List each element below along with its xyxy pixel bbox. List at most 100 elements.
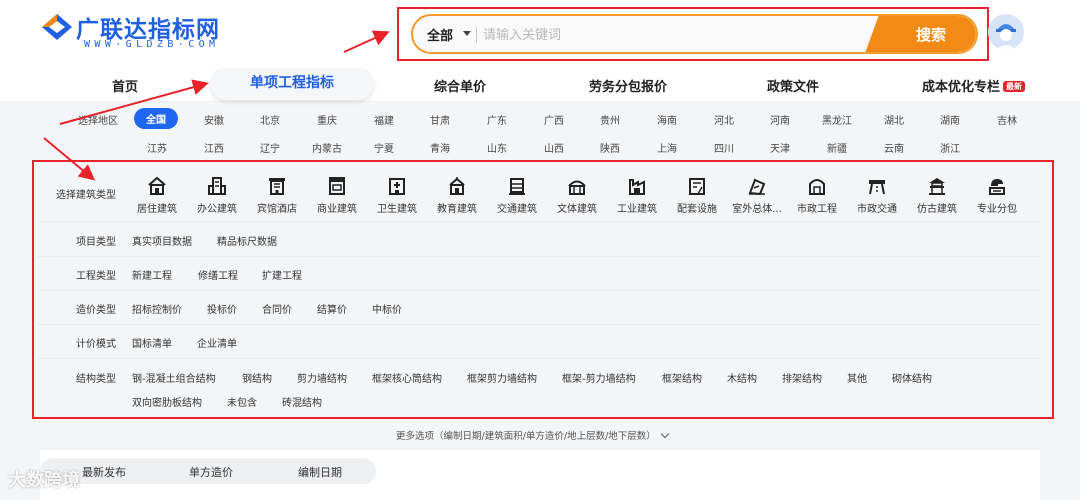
building-type-antique[interactable]: 仿古建筑 — [909, 176, 965, 216]
building-type-education[interactable]: 教育建筑 — [429, 176, 485, 216]
region-chip[interactable]: 内蒙古 — [312, 140, 342, 155]
search-button[interactable]: 搜索 — [886, 16, 976, 52]
more-options-label: 更多选项（编制日期/建筑面积/单方造价/地上层数/地下层数） — [396, 431, 656, 442]
building-type-facility[interactable]: 配套设施 — [669, 176, 725, 216]
building-type-label-text: 仿古建筑 — [917, 204, 957, 215]
nav-cost-optimization[interactable]: 成本优化专栏 最新 — [922, 76, 1026, 95]
region-chip-all[interactable]: 全国 — [134, 108, 178, 129]
filter-option[interactable]: 框架-剪力墙结构 — [562, 370, 636, 385]
region-chip[interactable]: 海南 — [657, 112, 677, 127]
region-chip[interactable]: 福建 — [374, 112, 394, 127]
filter-option[interactable]: 砌体结构 — [892, 370, 932, 385]
filter-option[interactable]: 砖混结构 — [282, 394, 322, 409]
filter-option[interactable]: 钢结构 — [242, 370, 272, 385]
filter-option[interactable]: 排架结构 — [782, 370, 822, 385]
region-chip[interactable]: 广西 — [544, 112, 564, 127]
region-chip[interactable]: 广东 — [487, 112, 507, 127]
more-options-toggle[interactable]: 更多选项（编制日期/建筑面积/单方造价/地上层数/地下层数） — [396, 428, 670, 442]
region-chip[interactable]: 湖南 — [940, 112, 960, 127]
logo[interactable]: 广联达指标网 WWW·GLDZB·COM — [40, 10, 250, 54]
hotel-icon — [269, 178, 285, 195]
tab-latest[interactable]: 最新发布 — [82, 464, 126, 480]
region-chip[interactable]: 云南 — [884, 140, 904, 155]
region-chip[interactable]: 四川 — [714, 140, 734, 155]
region-chip[interactable]: 天津 — [770, 140, 790, 155]
filter-option[interactable]: 双向密肋板结构 — [132, 394, 202, 409]
building-type-office[interactable]: 办公建筑 — [189, 176, 245, 216]
filter-option[interactable]: 其他 — [847, 370, 867, 385]
filter-option[interactable]: 框架核心筒结构 — [372, 370, 442, 385]
building-type-transport[interactable]: 交通建筑 — [489, 176, 545, 216]
region-chip[interactable]: 湖北 — [884, 112, 904, 127]
region-chip[interactable]: 重庆 — [317, 112, 337, 127]
building-type-health[interactable]: 卫生建筑 — [369, 176, 425, 216]
filter-option[interactable]: 剪力墙结构 — [297, 370, 347, 385]
filter-option[interactable]: 中标价 — [372, 301, 402, 316]
filter-option[interactable]: 真实项目数据 — [132, 233, 192, 248]
search-button-label: 搜索 — [915, 25, 946, 44]
region-chip[interactable]: 浙江 — [940, 140, 960, 155]
filter-option[interactable]: 企业清单 — [197, 335, 237, 350]
region-chip[interactable]: 贵州 — [600, 112, 620, 127]
region-chip[interactable]: 安徽 — [204, 112, 224, 127]
filter-option[interactable]: 新建工程 — [132, 267, 172, 282]
region-chip[interactable]: 辽宁 — [260, 140, 280, 155]
building-type-municipal-traffic[interactable]: 市政交通 — [849, 176, 905, 216]
filter-option[interactable]: 钢-混凝土组合结构 — [132, 370, 216, 385]
nav-labor-subcontract[interactable]: 劳务分包报价 — [589, 76, 667, 95]
tab-unit-cost[interactable]: 单方造价 — [189, 464, 233, 480]
region-chip[interactable]: 江西 — [204, 140, 224, 155]
building-type-label-text: 交通建筑 — [497, 204, 537, 215]
building-type-culture-sports[interactable]: 文体建筑 — [549, 176, 605, 216]
region-chip[interactable]: 山东 — [487, 140, 507, 155]
filter-option[interactable]: 结算价 — [317, 301, 347, 316]
building-type-label-text: 宾馆酒店 — [257, 204, 297, 215]
region-chip[interactable]: 吉林 — [997, 112, 1017, 127]
filter-option[interactable]: 木结构 — [727, 370, 757, 385]
building-type-residential[interactable]: 居住建筑 — [129, 176, 185, 216]
chevron-down-icon[interactable] — [463, 31, 471, 36]
building-type-industrial[interactable]: 工业建筑 — [609, 176, 665, 216]
search-highlight-frame: 全部 搜索 — [397, 7, 989, 61]
region-chip[interactable]: 江苏 — [147, 140, 167, 155]
filter-option[interactable]: 投标价 — [207, 301, 237, 316]
nav-policy-files[interactable]: 政策文件 — [767, 76, 819, 95]
building-type-commercial[interactable]: 商业建筑 — [309, 176, 365, 216]
transport-icon — [509, 178, 525, 195]
filter-option[interactable]: 招标控制价 — [132, 301, 182, 316]
region-chip[interactable]: 宁夏 — [374, 140, 394, 155]
search-input[interactable] — [483, 23, 883, 47]
region-chip[interactable]: 北京 — [260, 112, 280, 127]
region-chip[interactable]: 河北 — [714, 112, 734, 127]
tab-compile-date[interactable]: 编制日期 — [298, 464, 342, 480]
region-chip[interactable]: 黑龙江 — [822, 112, 852, 127]
search-box: 全部 搜索 — [411, 14, 978, 54]
filter-option[interactable]: 精品标尺数据 — [217, 233, 277, 248]
region-chip[interactable]: 青海 — [430, 140, 450, 155]
building-type-subcontract[interactable]: 专业分包 — [969, 176, 1025, 216]
stadium-icon — [568, 180, 586, 195]
building-type-municipal[interactable]: 市政工程 — [789, 176, 845, 216]
filter-option[interactable]: 扩建工程 — [262, 267, 302, 282]
building-type-label-text: 教育建筑 — [437, 204, 477, 215]
region-chip[interactable]: 甘肃 — [430, 112, 450, 127]
filter-option[interactable]: 国标清单 — [132, 335, 172, 350]
nav-home[interactable]: 首页 — [112, 76, 138, 95]
filter-option[interactable]: 合同价 — [262, 301, 292, 316]
region-chip[interactable]: 山西 — [544, 140, 564, 155]
building-type-outdoor[interactable]: 室外总体... — [729, 176, 785, 216]
building-type-label-text: 配套设施 — [677, 204, 717, 215]
region-chip[interactable]: 新疆 — [827, 140, 847, 155]
filter-option[interactable]: 框架剪力墙结构 — [467, 370, 537, 385]
avatar[interactable] — [988, 14, 1024, 50]
region-chip[interactable]: 河南 — [770, 112, 790, 127]
filter-option[interactable]: 框架结构 — [662, 370, 702, 385]
region-chip[interactable]: 陕西 — [600, 140, 620, 155]
nav-single-project-index[interactable]: 单项工程指标 — [210, 68, 374, 100]
search-scope-select[interactable]: 全部 — [427, 25, 453, 44]
region-chip[interactable]: 上海 — [657, 140, 677, 155]
filter-option[interactable]: 修缮工程 — [198, 267, 238, 282]
building-type-hotel[interactable]: 宾馆酒店 — [249, 176, 305, 216]
nav-unit-price[interactable]: 综合单价 — [434, 76, 486, 95]
filter-option[interactable]: 未包含 — [227, 394, 257, 409]
